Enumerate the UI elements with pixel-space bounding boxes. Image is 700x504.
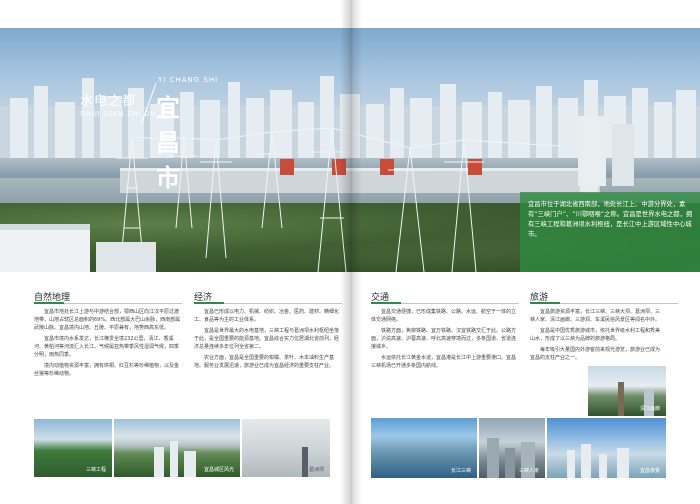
photo-city: 宜昌城区风光	[114, 419, 240, 477]
hero-title-big-pinyin: YI CHANG SHI	[158, 76, 219, 84]
photo-caption: 三峡工程	[85, 467, 106, 473]
paragraph: 农业方面，宜昌是全国重要的柑橘、茶叶、木本油料生产基地。服务业发展迅速，旅游业已…	[194, 355, 335, 369]
section-natural-geography: 自然地理 宜昌市地处长江上游与中游结合部，鄂西山区向江汉平原过渡地带，山地占辖区…	[34, 290, 182, 377]
paragraph: 宜昌市境内水系发达，长江横贯全境232公里，清江、香溪河、黄柏河等河流汇入长江。…	[34, 336, 180, 358]
heading-underline	[530, 302, 678, 304]
magazine-spread: 水电之都 SHUI DIAN ZHI DU YI CHANG SHI 宜昌市 宜…	[0, 0, 700, 504]
photo-riverside-city: 宜昌夜景	[547, 418, 666, 478]
photo-yangtze-gorges: 长江三峡	[371, 418, 477, 478]
photo-caption: 宜昌城区风光	[203, 467, 234, 473]
photo-caption: 清江画廊	[639, 406, 660, 412]
paragraph: 宜昌是世界最大的水电基地，三峡工程与葛洲坝水利枢纽坐落于此，是全国重要的能源基地…	[194, 328, 340, 350]
photo-gezhouba: 葛洲坝	[242, 419, 330, 477]
paragraph: 宜昌是中国优秀旅游城市，依托世界级水利工程和秀美山水，形成了以三峡为品牌的旅游格…	[530, 328, 661, 342]
section-body: 宜昌市地处长江上游与中游结合部，鄂西山区向江汉平原过渡地带，山地占辖区总面积的6…	[34, 308, 182, 381]
heading-underline	[34, 302, 182, 304]
paragraph: 宜昌交通便捷，已形成集铁路、公路、水运、航空于一体的立体交通网络。	[371, 309, 517, 323]
photo-three-gorges: 三峡工程	[34, 419, 112, 477]
paragraph: 宜昌已形成以电力、机械、纺织、冶金、医药、建材、精细化工、食品等为主的工业体系。	[194, 309, 340, 323]
section-transport: 交通 宜昌交通便捷，已形成集铁路、公路、水运、航空于一体的立体交通网络。 铁路方…	[371, 290, 519, 369]
section-body: 宜昌已形成以电力、机械、纺织、冶金、医药、建材、精细化工、食品等为主的工业体系。…	[194, 308, 342, 373]
photo-caption: 葛洲坝	[308, 467, 324, 473]
photo-caption: 宜昌夜景	[639, 468, 660, 474]
paragraph: 铁路方面，焦柳铁路、宜万铁路、汉宜铁路交汇于此。公路方面，沪渝高速、沪蓉高速、呼…	[371, 328, 517, 350]
section-body: 宜昌旅游资源丰富，长江三峡、三峡大坝、葛洲坝、三峡人家、清江画廊、三游洞、车溪民…	[530, 308, 664, 365]
photo-pagoda: 清江画廊	[588, 366, 666, 416]
photo-cityscape: 三峡人家	[479, 418, 545, 478]
heading-underline	[371, 302, 519, 304]
hero-title-big: 宜昌市	[156, 95, 181, 192]
paragraph: 水运依托长江黄金水道，宜昌港是长江中上游重要港口。宜昌三峡机场已开通多条国内航线…	[371, 355, 517, 369]
paragraph: 宜昌旅游资源丰富，长江三峡、三峡大坝、葛洲坝、三峡人家、清江画廊、三游洞、车溪民…	[530, 309, 661, 323]
paragraph: 宜昌市地处长江上游与中游结合部，鄂西山区向江汉平原过渡地带，山地占辖区总面积的6…	[34, 309, 181, 331]
section-economy: 经济 宜昌已形成以电力、机械、纺织、冶金、医药、建材、精细化工、食品等为主的工业…	[194, 290, 342, 369]
intro-overlay-panel: 宜昌市位于湖北省西南部，地处长江上、中游分界处，素有“三峡门户”、“川鄂咽喉”之…	[520, 192, 700, 272]
section-tourism: 旅游 宜昌旅游资源丰富，长江三峡、三峡大坝、葛洲坝、三峡人家、清江画廊、三游洞、…	[530, 290, 678, 361]
photo-caption: 三峡人家	[518, 468, 539, 474]
section-body: 宜昌交通便捷，已形成集铁路、公路、水运、航空于一体的立体交通网络。 铁路方面，焦…	[371, 308, 519, 373]
paragraph: 每年吸引大量国内外游客前来观光游览，旅游业已成为宜昌的支柱产业之一。	[530, 347, 661, 361]
intro-overlay-text: 宜昌市位于湖北省西南部，地处长江上、中游分界处，素有“三峡门户”、“川鄂咽喉”之…	[528, 201, 693, 238]
paragraph: 境内动植物资源丰富，拥有珙桐、红豆杉等珍稀植物，以及金丝猴等珍稀动物。	[34, 363, 180, 377]
hero-title-block: 水电之都 SHUI DIAN ZHI DU YI CHANG SHI 宜昌市	[80, 76, 217, 192]
hero-title-small: 水电之都	[80, 93, 137, 108]
book-gutter-shadow	[340, 0, 362, 504]
photo-caption: 长江三峡	[450, 468, 471, 474]
heading-underline	[194, 302, 342, 304]
